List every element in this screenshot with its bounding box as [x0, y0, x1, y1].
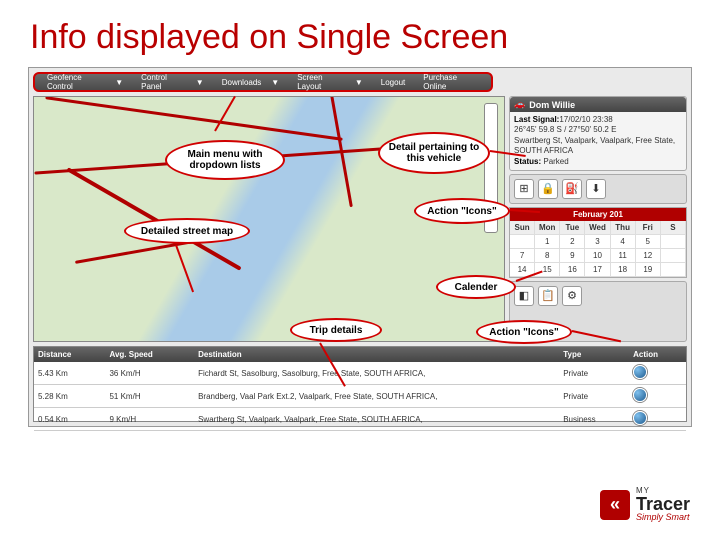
callout-street-map: Detailed street map	[124, 218, 250, 244]
callout-action-icons: Action "Icons"	[414, 198, 510, 224]
menu-item-geofence[interactable]: Geofence Control▼	[39, 73, 131, 91]
action-icons-row: ⊞ 🔒 ⛽ ⬇	[509, 174, 687, 204]
chevron-down-icon: ▼	[267, 78, 283, 87]
brand-logo: « MY Tracer Simply Smart	[600, 487, 690, 522]
menu-item-logout[interactable]: Logout	[373, 78, 413, 87]
chart-icon[interactable]: ⊞	[514, 179, 534, 199]
col-action[interactable]: Action	[629, 347, 686, 362]
globe-icon[interactable]	[633, 365, 647, 379]
last-signal: Last Signal:17/02/10 23:38	[514, 115, 682, 125]
download-icon[interactable]: ⬇	[586, 179, 606, 199]
callout-main-menu: Main menu with dropdown lists	[165, 140, 285, 180]
vehicle-owner: Dom Willie	[529, 100, 575, 110]
logo-tagline: Simply Smart	[636, 513, 690, 522]
logo-tracer: Tracer	[636, 495, 690, 513]
calendar-widget[interactable]: February 201 SunMonTueWedThuFriS 12345 7…	[509, 207, 687, 278]
col-destination[interactable]: Destination	[194, 347, 559, 362]
car-icon: 🚗	[514, 99, 525, 110]
app-screenshot: Geofence Control▼ Control Panel▼ Downloa…	[28, 67, 692, 427]
menu-item-downloads[interactable]: Downloads▼	[214, 78, 288, 87]
coordinates: 26°45' 59.8 S / 27°50' 50.2 E	[514, 125, 682, 135]
chevron-down-icon: ▼	[111, 78, 127, 87]
chevron-down-icon: ▼	[192, 78, 208, 87]
table-row[interactable]: 5.28 Km51 Km/HBrandberg, Vaal Park Ext.2…	[34, 385, 686, 408]
chevron-down-icon: ▼	[351, 78, 367, 87]
logo-mark-icon: «	[600, 490, 630, 520]
menu-item-screen-layout[interactable]: Screen Layout▼	[289, 73, 371, 91]
action-icon[interactable]: ◧	[514, 286, 534, 306]
col-type[interactable]: Type	[559, 347, 629, 362]
slide-title: Info displayed on Single Screen	[0, 0, 720, 67]
menu-item-purchase[interactable]: Purchase Online	[415, 73, 487, 91]
calendar-grid: SunMonTueWedThuFriS 12345 789101112 1415…	[510, 221, 686, 277]
main-menu: Geofence Control▼ Control Panel▼ Downloa…	[33, 72, 493, 92]
table-row[interactable]: 5.43 Km36 Km/HFichardt St, Sasolburg, Sa…	[34, 362, 686, 385]
lock-icon[interactable]: 🔒	[538, 179, 558, 199]
callout-trip-details: Trip details	[290, 318, 382, 342]
col-distance[interactable]: Distance	[34, 347, 105, 362]
vehicle-detail-panel: 🚗 Dom Willie Last Signal:17/02/10 23:38 2…	[509, 96, 687, 171]
callout-calendar: Calender	[436, 275, 516, 299]
action-icon[interactable]: 📋	[538, 286, 558, 306]
action-icon[interactable]: ⚙	[562, 286, 582, 306]
status: Status: Parked	[514, 157, 682, 167]
table-row[interactable]: 0.54 Km9 Km/HSwartberg St, Vaalpark, Vaa…	[34, 408, 686, 431]
fuel-icon[interactable]: ⛽	[562, 179, 582, 199]
callout-action-icons-2: Action "Icons"	[476, 320, 572, 344]
globe-icon[interactable]	[633, 411, 647, 425]
globe-icon[interactable]	[633, 388, 647, 402]
menu-item-control-panel[interactable]: Control Panel▼	[133, 73, 212, 91]
trip-details-table: Distance Avg. Speed Destination Type Act…	[33, 346, 687, 422]
address: Swartberg St, Vaalpark, Vaalpark, Free S…	[514, 136, 682, 157]
callout-vehicle-detail: Detail pertaining to this vehicle	[378, 132, 490, 174]
col-speed[interactable]: Avg. Speed	[105, 347, 194, 362]
